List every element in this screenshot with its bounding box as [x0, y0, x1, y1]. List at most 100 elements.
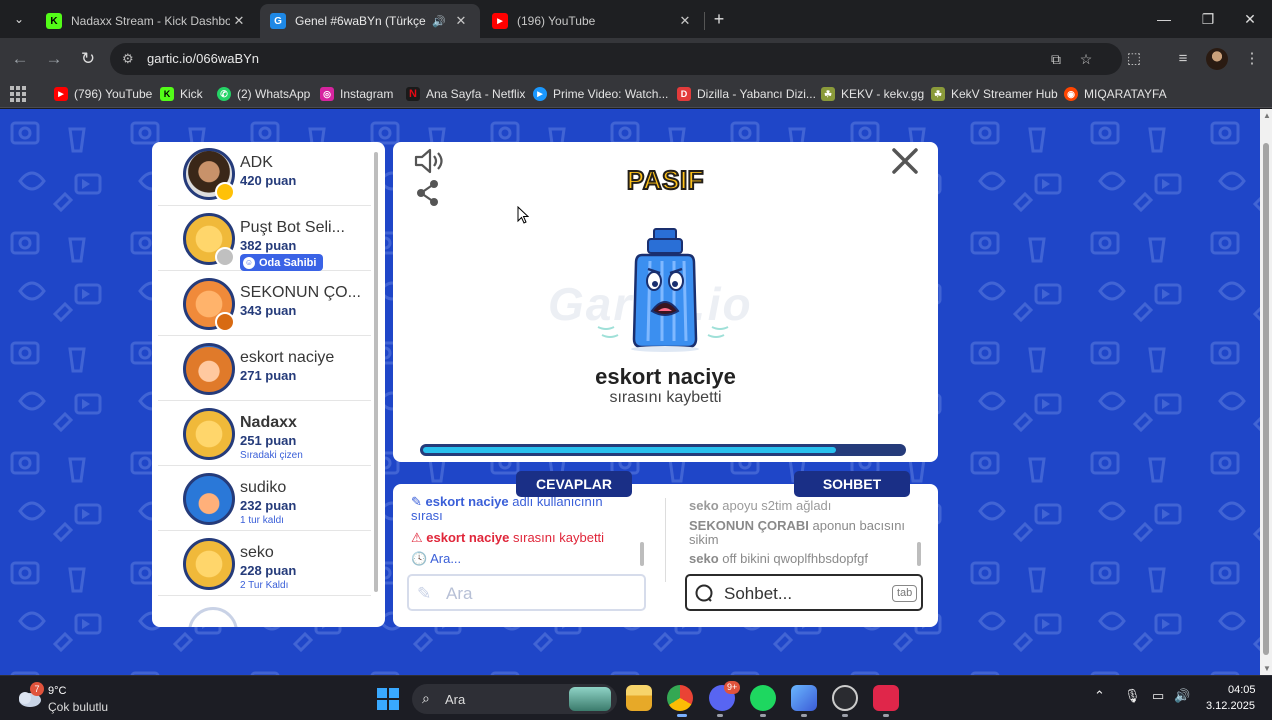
windows-start-icon[interactable] — [377, 688, 399, 710]
player-avatar — [183, 408, 235, 460]
bookmark-whatsapp[interactable]: ✆ (2) WhatsApp — [217, 85, 310, 103]
network-icon[interactable]: ▭ — [1152, 688, 1164, 704]
answer-message: 🕓 Ara... — [411, 552, 461, 566]
message-author: eskort naciye — [426, 530, 510, 545]
player-row[interactable]: eskort naciye 271 puan — [158, 337, 371, 401]
reload-icon[interactable]: ↻ — [76, 47, 100, 71]
search-highlight-image — [569, 687, 611, 711]
player-note: 1 tur kaldı — [240, 515, 284, 526]
players-list: ADK 420 puan Puşt Bot Seli... 382 puan ☺… — [152, 142, 385, 627]
tab-audio-icon[interactable]: 🔊 — [432, 15, 446, 28]
scroll-thumb[interactable] — [1263, 143, 1269, 655]
media-controls-icon[interactable]: ≡ — [1171, 47, 1195, 71]
tab-gartic[interactable]: G Genel #6waBYn (Türkçe) - Gartic 🔊 ✕ — [260, 4, 480, 38]
weather-temperature[interactable]: 9°C — [48, 685, 66, 697]
app-indicator — [801, 714, 807, 717]
back-icon[interactable]: ← — [8, 47, 32, 71]
player-row[interactable]: Puşt Bot Seli... 382 puan ☺ Oda Sahibi — [158, 207, 371, 271]
tab-youtube[interactable]: ▶ (196) YouTube ✕ — [482, 4, 704, 38]
player-row[interactable]: ADK 420 puan — [158, 142, 371, 206]
close-tab-icon[interactable]: ✕ — [676, 13, 694, 29]
site-info-icon[interactable]: ⚙ — [122, 51, 134, 67]
chat-placeholder: Sohbet... — [724, 584, 793, 603]
close-tab-icon[interactable]: ✕ — [452, 13, 470, 29]
player-score: 382 puan — [240, 238, 297, 253]
message-author: seko — [689, 498, 719, 513]
tab-search-icon[interactable]: ⌄ — [8, 8, 30, 30]
forward-icon[interactable]: → — [42, 47, 66, 71]
scroll-down-icon[interactable]: ▼ — [1263, 664, 1271, 673]
clock-date[interactable]: 3.12.2025 — [1206, 700, 1255, 712]
extensions-icon[interactable]: ⬚ — [1122, 47, 1146, 71]
scroll-up-icon[interactable]: ▲ — [1263, 111, 1271, 120]
bookmark-kekv-hub[interactable]: ☘ KekV Streamer Hub — [931, 85, 1058, 103]
page-scrollbar[interactable]: ▲ ▼ — [1260, 109, 1272, 675]
sad-mascot-illustration — [597, 228, 729, 352]
tab-answers[interactable]: CEVAPLAR — [516, 471, 632, 497]
bookmark-star-icon[interactable]: ☆ — [1076, 49, 1096, 69]
clock-time[interactable]: 04:05 — [1228, 684, 1256, 696]
chat-message: seko off bikini qwoplfhbsdopfgf — [689, 552, 868, 566]
players-scrollbar[interactable] — [374, 152, 378, 592]
rank-medal-icon — [215, 312, 235, 332]
player-row[interactable]: SEKONUN ÇO... 343 puan — [158, 272, 371, 336]
player-row[interactable]: Nadaxx 251 puan Sıradaki çizen — [158, 402, 371, 466]
kekv-icon: ☘ — [821, 87, 835, 101]
new-tab-button[interactable]: + — [708, 8, 730, 30]
warning-icon: ⚠ — [411, 530, 423, 545]
apps-grid-icon[interactable] — [10, 86, 26, 102]
tab-chat[interactable]: SOHBET — [794, 471, 910, 497]
player-row[interactable]: seko 228 puan 2 Tur Kaldı — [158, 532, 371, 596]
minimize-button[interactable]: — — [1144, 6, 1184, 32]
player-score: 232 puan — [240, 498, 297, 513]
reddit-icon: ◉ — [1064, 87, 1078, 101]
bookmark-label: (796) YouTube — [74, 87, 153, 101]
app-indicator — [883, 714, 889, 717]
chat-input[interactable]: Sohbet... tab — [685, 574, 923, 611]
profile-avatar[interactable] — [1206, 48, 1228, 70]
message-text: sırasını kaybetti — [513, 530, 605, 545]
menu-icon[interactable]: ⋮ — [1240, 47, 1264, 71]
player-avatar — [183, 538, 235, 590]
spotify-icon[interactable] — [750, 685, 776, 711]
bookmark-youtube[interactable]: ▶ (796) YouTube — [54, 85, 152, 103]
player-row[interactable]: sudiko 232 puan 1 tur kaldı — [158, 467, 371, 531]
player-name: seko — [240, 544, 274, 561]
bookmark-label: KEKV - kekv.gg — [841, 87, 925, 101]
microphone-icon[interactable]: 🎙 — [1124, 688, 1141, 704]
bookmark-netflix[interactable]: N Ana Sayfa - Netflix — [406, 85, 525, 103]
tab-title: (196) YouTube — [517, 14, 596, 28]
page-viewport: ADK 420 puan Puşt Bot Seli... 382 puan ☺… — [0, 109, 1272, 675]
bookmark-kick[interactable]: K Kick — [160, 85, 203, 103]
bookmark-miqaratayfa[interactable]: ◉ MIQARATAYFA — [1064, 85, 1167, 103]
bookmark-instagram[interactable]: ◎ Instagram — [320, 85, 393, 103]
chrome-icon[interactable] — [667, 685, 693, 711]
app-icon[interactable] — [791, 685, 817, 711]
bookmark-prime-video[interactable]: ▶ Prime Video: Watch... — [533, 85, 668, 103]
close-window-button[interactable]: ✕ — [1230, 6, 1270, 32]
install-app-icon[interactable]: ⧉ — [1046, 49, 1066, 69]
file-explorer-icon[interactable] — [626, 685, 652, 711]
player-score: 271 puan — [240, 368, 297, 383]
weather-description[interactable]: Çok bulutlu — [48, 700, 108, 714]
message-author: SEKONUN ÇORABI — [689, 518, 809, 533]
answer-input[interactable]: ✎ Ara — [407, 574, 646, 611]
app-icon[interactable] — [873, 685, 899, 711]
tray-chevron-icon[interactable]: ⌃ — [1094, 688, 1105, 704]
taskbar-search[interactable]: ⌕ Ara — [412, 684, 617, 714]
player-name: Puşt Bot Seli... — [240, 219, 345, 236]
url-text[interactable]: gartic.io/066waBYn — [147, 51, 259, 66]
app-icon[interactable] — [832, 685, 858, 711]
bookmark-dizilla[interactable]: D Dizilla - Yabancı Dizi... — [677, 85, 816, 103]
tab-kick-dashboard[interactable]: K Nadaxx Stream - Kick Dashboard ✕ — [36, 4, 258, 38]
bookmark-kekv[interactable]: ☘ KEKV - kekv.gg — [821, 85, 924, 103]
prime-video-icon: ▶ — [533, 87, 547, 101]
restore-button[interactable]: ❐ — [1188, 6, 1228, 32]
chat-scrollbar[interactable] — [917, 542, 921, 566]
volume-icon[interactable]: 🔊 — [1174, 688, 1190, 704]
bookmark-label: Dizilla - Yabancı Dizi... — [697, 87, 816, 101]
close-tab-icon[interactable]: ✕ — [230, 13, 248, 29]
tab-separator — [704, 12, 705, 30]
address-bar[interactable]: ⚙ gartic.io/066waBYn ⧉ ☆ — [110, 43, 1122, 75]
answers-scrollbar[interactable] — [640, 542, 644, 566]
